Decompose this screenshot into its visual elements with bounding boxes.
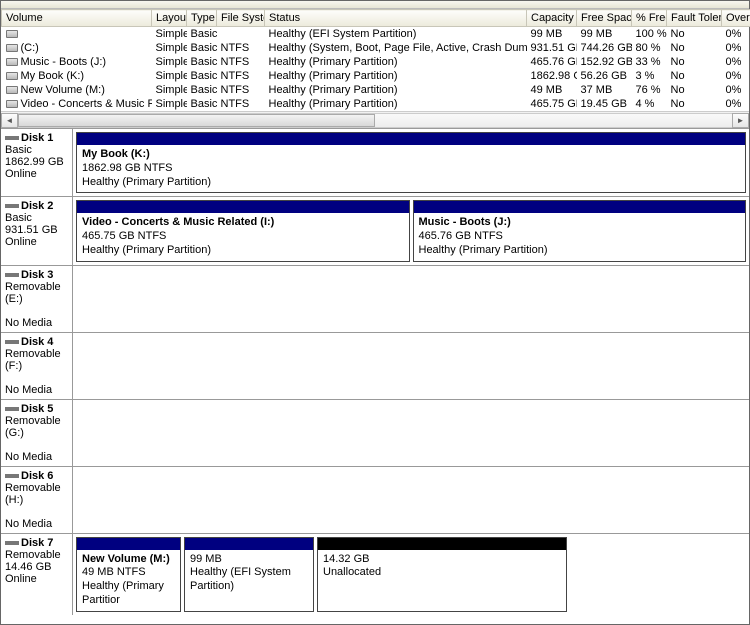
disk-info: Disk 3Removable (E:)No Media xyxy=(1,266,73,332)
partition-header xyxy=(414,201,746,213)
disk-row[interactable]: Disk 7Removable14.46 GBOnlineNew Volume … xyxy=(1,534,749,616)
disk-row[interactable]: Disk 4Removable (F:)No Media xyxy=(1,333,749,400)
disk-layout: Video - Concerts & Music Related (I:)465… xyxy=(73,197,749,264)
column-header[interactable]: Overhead xyxy=(722,10,750,27)
disk-layout xyxy=(73,400,749,466)
partition[interactable]: My Book (K:)1862.98 GB NTFSHealthy (Prim… xyxy=(76,132,746,193)
column-header[interactable]: Type xyxy=(187,10,217,27)
disk-row[interactable]: Disk 1Basic1862.99 GBOnlineMy Book (K:)1… xyxy=(1,129,749,197)
disk-layout: My Book (K:)1862.98 GB NTFSHealthy (Prim… xyxy=(73,129,749,196)
column-header[interactable]: Layout xyxy=(152,10,187,27)
volume-name xyxy=(2,27,152,42)
column-header[interactable]: Volume xyxy=(2,10,152,27)
column-header[interactable]: Capacity xyxy=(527,10,577,27)
column-header[interactable]: Free Space xyxy=(577,10,632,27)
scroll-right-button[interactable]: ► xyxy=(732,113,749,128)
partition-body: New Volume (M:)49 MB NTFSHealthy (Primar… xyxy=(77,550,180,611)
disk-info: Disk 4Removable (F:)No Media xyxy=(1,333,73,399)
volume-row[interactable]: SimpleBasicHealthy (EFI System Partition… xyxy=(2,27,750,42)
drive-icon xyxy=(6,58,18,66)
volume-row[interactable]: (C:)SimpleBasicNTFSHealthy (System, Boot… xyxy=(2,41,750,55)
column-header[interactable]: Status xyxy=(265,10,527,27)
partition[interactable]: Video - Concerts & Music Related (I:)465… xyxy=(76,200,410,261)
disk-layout: New Volume (M:)49 MB NTFSHealthy (Primar… xyxy=(73,534,749,615)
partition-body: Video - Concerts & Music Related (I:)465… xyxy=(77,213,409,260)
partition-body: 99 MBHealthy (EFI System Partition) xyxy=(185,550,313,597)
disk-layout xyxy=(73,333,749,399)
disk-info: Disk 7Removable14.46 GBOnline xyxy=(1,534,73,615)
volume-name: (C:) xyxy=(2,41,152,55)
horizontal-scrollbar[interactable]: ◄ ► xyxy=(1,111,749,128)
volume-name: My Book (K:) xyxy=(2,69,152,83)
partition-header xyxy=(77,538,180,550)
drive-icon xyxy=(6,44,18,52)
disk-icon xyxy=(5,407,19,411)
volume-name: Video - Concerts & Music Related (I:) xyxy=(2,97,152,111)
drive-icon xyxy=(6,30,18,38)
disk-row[interactable]: Disk 5Removable (G:)No Media xyxy=(1,400,749,467)
disk-row[interactable]: Disk 6Removable (H:)No Media xyxy=(1,467,749,534)
partition-header xyxy=(77,201,409,213)
partition-body: My Book (K:)1862.98 GB NTFSHealthy (Prim… xyxy=(77,145,745,192)
disk-layout xyxy=(73,266,749,332)
disk-icon xyxy=(5,136,19,140)
partition-header xyxy=(318,538,566,550)
partition-body: Music - Boots (J:)465.76 GB NTFSHealthy … xyxy=(414,213,746,260)
partition-body: 14.32 GBUnallocated xyxy=(318,550,566,584)
window-toolbar xyxy=(1,1,749,9)
drive-icon xyxy=(6,86,18,94)
volume-table[interactable]: VolumeLayoutTypeFile SystemStatusCapacit… xyxy=(1,9,750,111)
drive-icon xyxy=(6,72,18,80)
partition[interactable]: 99 MBHealthy (EFI System Partition) xyxy=(184,537,314,612)
disk-row[interactable]: Disk 3Removable (E:)No Media xyxy=(1,266,749,333)
scroll-left-button[interactable]: ◄ xyxy=(1,113,18,128)
volume-row[interactable]: New Volume (M:)SimpleBasicNTFSHealthy (P… xyxy=(2,83,750,97)
volume-row[interactable]: Video - Concerts & Music Related (I:)Sim… xyxy=(2,97,750,111)
disk-row[interactable]: Disk 2Basic931.51 GBOnlineVideo - Concer… xyxy=(1,197,749,265)
disk-icon xyxy=(5,541,19,545)
disk-info: Disk 5Removable (G:)No Media xyxy=(1,400,73,466)
disk-icon xyxy=(5,474,19,478)
disk-icon xyxy=(5,340,19,344)
volume-row[interactable]: Music - Boots (J:)SimpleBasicNTFSHealthy… xyxy=(2,55,750,69)
partition[interactable]: New Volume (M:)49 MB NTFSHealthy (Primar… xyxy=(76,537,181,612)
disk-info: Disk 2Basic931.51 GBOnline xyxy=(1,197,73,264)
column-header[interactable]: Fault Tolerance xyxy=(667,10,722,27)
disk-info: Disk 6Removable (H:)No Media xyxy=(1,467,73,533)
volume-name: Music - Boots (J:) xyxy=(2,55,152,69)
partition-header xyxy=(77,133,745,145)
scroll-track[interactable] xyxy=(18,113,732,128)
column-header[interactable]: File System xyxy=(217,10,265,27)
partition-header xyxy=(185,538,313,550)
disk-icon xyxy=(5,204,19,208)
disk-layout xyxy=(73,467,749,533)
volume-row[interactable]: My Book (K:)SimpleBasicNTFSHealthy (Prim… xyxy=(2,69,750,83)
column-header[interactable]: % Free xyxy=(632,10,667,27)
drive-icon xyxy=(6,100,18,108)
disk-icon xyxy=(5,273,19,277)
partition[interactable]: Music - Boots (J:)465.76 GB NTFSHealthy … xyxy=(413,200,747,261)
volume-name: New Volume (M:) xyxy=(2,83,152,97)
disk-graphical-pane: Disk 1Basic1862.99 GBOnlineMy Book (K:)1… xyxy=(1,128,749,615)
scroll-thumb[interactable] xyxy=(18,114,375,127)
disk-info: Disk 1Basic1862.99 GBOnline xyxy=(1,129,73,196)
partition[interactable]: 14.32 GBUnallocated xyxy=(317,537,567,612)
